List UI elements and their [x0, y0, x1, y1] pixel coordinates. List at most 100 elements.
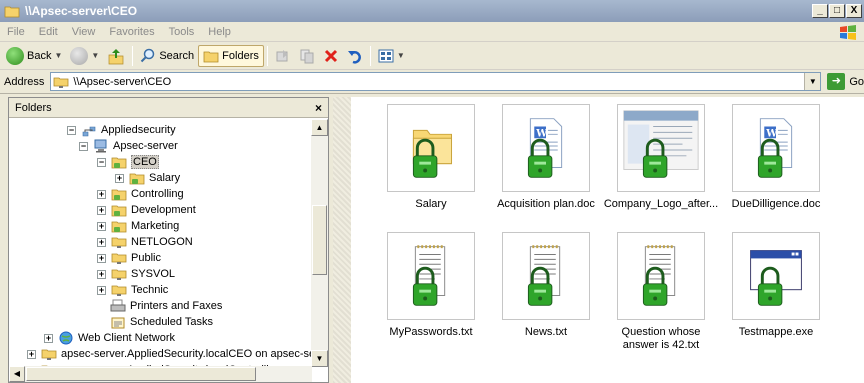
tree-node[interactable]: + SYSVOL — [97, 266, 175, 282]
file-item[interactable]: Company_Logo_after... — [603, 104, 719, 211]
copy-to-button[interactable] — [295, 45, 319, 67]
horizontal-scrollbar[interactable]: ◀ — [9, 366, 312, 382]
file-thumbnail — [502, 232, 590, 320]
address-label: Address — [4, 75, 45, 88]
scroll-left-button[interactable]: ◀ — [9, 366, 25, 382]
tree-node[interactable]: + Controlling — [97, 186, 184, 202]
locked-folder-icon — [412, 129, 453, 178]
expand-button[interactable]: + — [97, 253, 106, 263]
up-button[interactable] — [103, 45, 129, 67]
expand-button[interactable]: + — [97, 237, 106, 247]
tree-node[interactable]: + Technic — [97, 282, 168, 298]
folder-icon — [203, 51, 219, 62]
undo-button[interactable] — [343, 45, 367, 67]
tree-node-label: Technic — [131, 284, 169, 296]
folder-tree: − Appliedsecurity − Apsec-server − CEO + Salary… — [9, 119, 312, 367]
vertical-scrollbar[interactable]: ▲ ▼ — [311, 119, 328, 367]
file-thumbnail: W — [732, 104, 820, 192]
maximize-button[interactable]: □ — [829, 4, 845, 18]
network-drive-icon — [111, 269, 127, 280]
tree-node[interactable]: + Development — [97, 202, 196, 218]
network-drive-icon — [53, 77, 69, 88]
file-item[interactable]: Salary — [373, 104, 489, 211]
address-bar: Address \\Apsec-server\CEO ▼ ➜ Go — [0, 70, 864, 94]
expand-button[interactable]: + — [97, 205, 106, 215]
tree-node[interactable]: + apsec-server.AppliedSecurity.localCEO o… — [27, 346, 312, 362]
folders-pane-title: Folders — [15, 101, 52, 114]
locked-text-file-icon — [642, 245, 676, 306]
move-to-button[interactable] — [271, 45, 295, 67]
pane-splitter[interactable] — [333, 97, 351, 383]
expand-button[interactable]: + — [115, 173, 124, 183]
locked-exe-icon — [750, 250, 802, 306]
menu-tools[interactable]: Tools — [162, 26, 202, 38]
address-input[interactable]: \\Apsec-server\CEO ▼ — [50, 72, 822, 91]
tree-node[interactable]: + Public — [97, 250, 161, 266]
shared-folder-icon — [129, 173, 145, 185]
network-group-icon — [82, 126, 96, 137]
minimize-button[interactable]: _ — [812, 4, 828, 18]
tree-node[interactable]: − CEO — [97, 154, 159, 170]
expand-button[interactable]: + — [44, 333, 53, 343]
back-button[interactable]: Back ▼ — [2, 45, 66, 67]
locked-text-file-icon — [412, 245, 446, 306]
chevron-down-icon[interactable]: ▼ — [804, 73, 821, 90]
file-thumbnail — [387, 104, 475, 192]
toolbar-separator — [266, 45, 268, 66]
tree-node-label: Appliedsecurity — [101, 124, 176, 136]
delete-x-icon — [324, 49, 337, 62]
tree-node[interactable]: − Appliedsecurity — [67, 122, 176, 138]
folders-button[interactable]: Folders — [198, 44, 264, 67]
file-name: MyPasswords.txt — [389, 326, 473, 338]
scroll-up-button[interactable]: ▲ — [311, 119, 328, 136]
tree-node[interactable]: + Marketing — [97, 218, 179, 234]
menu-view[interactable]: View — [65, 26, 103, 38]
scheduled-tasks-icon — [111, 317, 125, 329]
network-drive-icon — [111, 253, 127, 264]
expand-button[interactable]: + — [27, 349, 36, 359]
views-button[interactable]: ▼ — [374, 45, 409, 67]
close-button[interactable]: X — [846, 4, 862, 18]
shared-folder-icon — [111, 189, 127, 201]
folders-pane-header: Folders × — [9, 98, 328, 118]
tree-node-label: NETLOGON — [131, 236, 193, 248]
file-item[interactable]: News.txt — [488, 232, 604, 339]
file-item[interactable]: MyPasswords.txt — [373, 232, 489, 339]
close-pane-button[interactable]: × — [315, 101, 322, 115]
menu-file[interactable]: File — [0, 26, 32, 38]
tree-node-label: Salary — [149, 172, 181, 184]
menu-favorites[interactable]: Favorites — [102, 26, 161, 38]
chevron-down-icon[interactable]: ▼ — [397, 51, 405, 60]
menu-edit[interactable]: Edit — [32, 26, 65, 38]
expand-button[interactable]: + — [97, 285, 106, 295]
locked-image-thumbnail — [623, 110, 699, 178]
file-item[interactable]: Question whose answer is 42.txt — [603, 232, 719, 352]
collapse-button[interactable]: − — [79, 141, 88, 151]
forward-button[interactable]: ▼ — [66, 45, 103, 67]
file-item[interactable]: W Acquisition plan.doc — [488, 104, 604, 211]
tree-node-label: Development — [131, 204, 196, 216]
tree-node[interactable]: + NETLOGON — [97, 234, 193, 250]
tree-node[interactable]: + Salary — [115, 170, 180, 186]
tree-node[interactable]: Scheduled Tasks — [110, 314, 213, 330]
file-item[interactable]: W DueDilligence.doc — [718, 104, 834, 211]
tree-node-label: Web Client Network — [78, 332, 175, 344]
scroll-thumb[interactable] — [312, 205, 327, 275]
chevron-down-icon[interactable]: ▼ — [54, 51, 62, 60]
expand-button[interactable]: + — [97, 189, 106, 199]
scroll-down-button[interactable]: ▼ — [311, 350, 328, 367]
collapse-button[interactable]: − — [67, 125, 76, 135]
tree-node[interactable]: + Web Client Network — [44, 330, 175, 346]
search-button[interactable]: Search — [136, 45, 198, 67]
expand-button[interactable]: + — [97, 269, 106, 279]
go-button[interactable]: ➜ Go — [827, 73, 864, 90]
collapse-button[interactable]: − — [97, 157, 106, 167]
tree-node[interactable]: − Apsec-server — [79, 138, 178, 154]
file-item[interactable]: Testmappe.exe — [718, 232, 834, 339]
tree-node[interactable]: Printers and Faxes — [110, 298, 222, 314]
menu-help[interactable]: Help — [201, 26, 238, 38]
scroll-thumb-horizontal[interactable] — [26, 367, 256, 381]
chevron-down-icon[interactable]: ▼ — [91, 51, 99, 60]
expand-button[interactable]: + — [97, 221, 106, 231]
delete-button[interactable] — [319, 45, 343, 67]
